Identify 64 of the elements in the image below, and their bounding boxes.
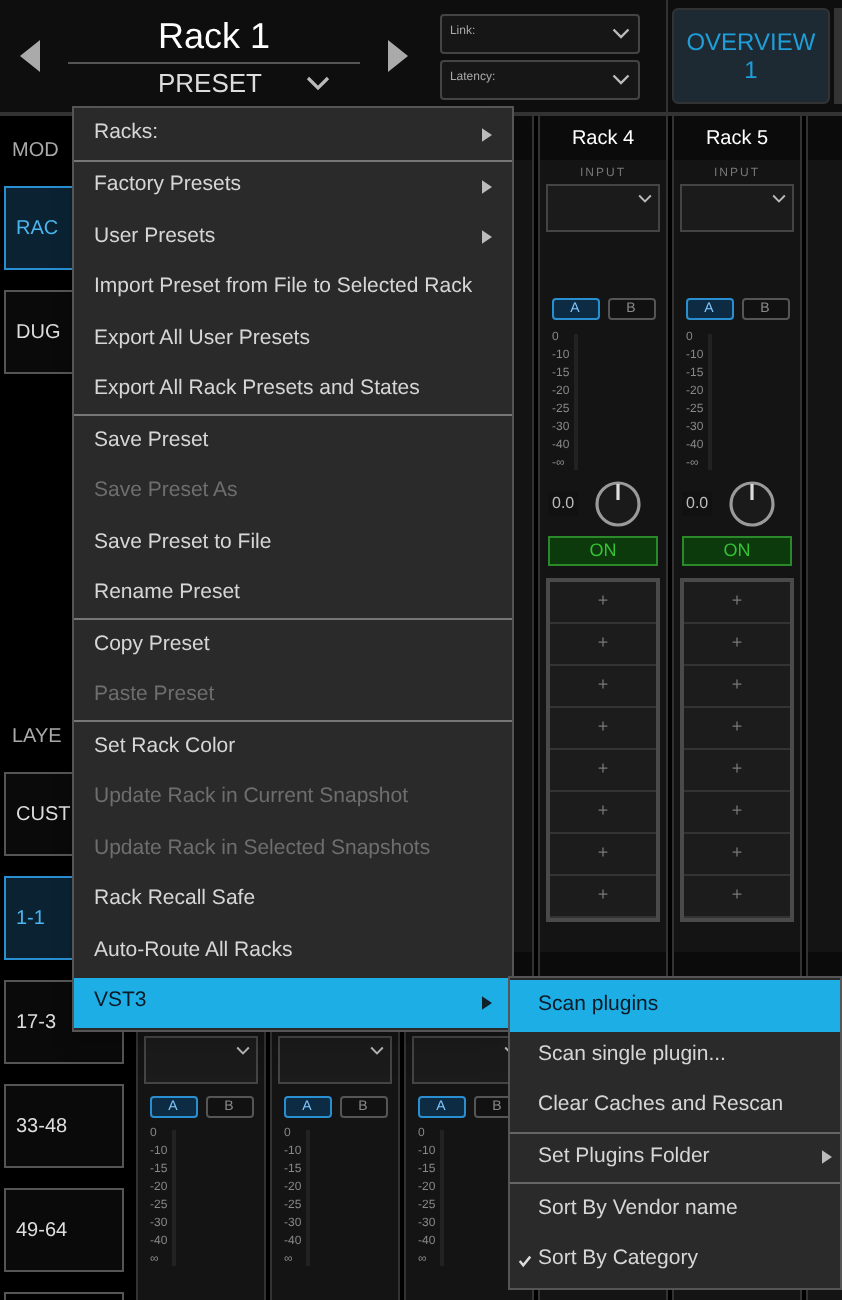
on-button[interactable]: ON	[682, 536, 792, 566]
chevron-down-icon	[236, 1046, 250, 1056]
chevron-down-icon	[772, 194, 786, 204]
mode-label: MOD	[12, 138, 59, 166]
plugin-slot[interactable]: +	[550, 708, 656, 750]
plugin-slot[interactable]: +	[684, 792, 790, 834]
rack-name: Rack 5	[705, 125, 769, 153]
chevron-down-icon	[370, 1046, 384, 1056]
menu-item[interactable]: Rename Preset	[74, 569, 512, 620]
plugin-slot[interactable]: +	[550, 666, 656, 708]
plugin-slot[interactable]: +	[684, 582, 790, 624]
plugin-slot[interactable]: +	[550, 582, 656, 624]
menu-item[interactable]: Sort By Vendor name	[510, 1184, 840, 1235]
right-arrow-icon	[387, 40, 408, 72]
next-rack-button[interactable]	[383, 36, 412, 76]
chevron-down-icon	[305, 75, 330, 91]
plugin-slot[interactable]: +	[684, 666, 790, 708]
layer-button[interactable]: 33-48	[4, 1084, 124, 1168]
on-button[interactable]: ON	[548, 536, 658, 566]
plugin-slot[interactable]: +	[550, 624, 656, 666]
previous-rack-button[interactable]	[16, 36, 44, 76]
left-arrow-icon	[20, 40, 40, 72]
plugin-slot[interactable]: +	[684, 708, 790, 750]
submenu-arrow-icon	[482, 230, 492, 245]
menu-item[interactable]: Clear Caches and Rescan	[510, 1082, 840, 1133]
input-dropdown[interactable]	[546, 184, 660, 232]
menu-item[interactable]: Scan single plugin...	[510, 1031, 840, 1082]
menu-item[interactable]: Set Rack Color	[74, 722, 512, 773]
gain-knob[interactable]	[594, 480, 643, 528]
check-icon	[517, 1253, 531, 1268]
plugin-slot[interactable]: +	[684, 750, 790, 792]
rack-title: Rack 1	[157, 13, 270, 57]
layer-button[interactable]: 49-64	[4, 1188, 124, 1272]
rack-name: Rack 4	[571, 125, 635, 153]
menu-item[interactable]: Set Plugins Folder	[510, 1133, 840, 1184]
plugin-slot[interactable]: +	[684, 834, 790, 876]
submenu-arrow-icon	[482, 995, 492, 1010]
submenu-arrow-icon	[482, 179, 492, 194]
menu-item[interactable]: Sort By Category	[510, 1235, 840, 1286]
plugin-slot[interactable]: +	[550, 792, 656, 834]
menu-item[interactable]: VST3	[74, 977, 512, 1028]
menu-item[interactable]: Save Preset	[74, 416, 512, 467]
menu-item[interactable]: Save Preset to File	[74, 518, 512, 569]
menu-item[interactable]: Export All Rack Presets and States	[74, 365, 512, 416]
menu-item[interactable]: Scan plugins	[510, 980, 840, 1031]
plugin-slot[interactable]: +	[550, 750, 656, 792]
input-dropdown[interactable]	[278, 1036, 392, 1084]
layer-label: LAYE	[12, 724, 62, 752]
overview-button[interactable]: OVERVIEW 1	[671, 8, 831, 104]
chevron-down-icon	[611, 27, 630, 39]
menu-item[interactable]: Racks:	[74, 110, 512, 161]
plugin-slot[interactable]: +	[684, 876, 790, 918]
plugin-slot[interactable]: +	[550, 876, 656, 918]
gain-knob[interactable]	[728, 480, 777, 528]
chevron-down-icon	[611, 73, 630, 85]
preset-dropdown[interactable]: PRESET	[97, 67, 330, 99]
plugin-slot[interactable]: +	[550, 834, 656, 876]
menu-item[interactable]: Copy Preset	[74, 620, 512, 671]
submenu-arrow-icon	[482, 127, 492, 142]
input-dropdown[interactable]	[680, 184, 794, 232]
submenu-arrow-icon	[822, 1150, 832, 1165]
chevron-down-icon	[638, 194, 652, 204]
plugin-slot[interactable]: +	[684, 624, 790, 666]
input-dropdown[interactable]	[144, 1036, 258, 1084]
